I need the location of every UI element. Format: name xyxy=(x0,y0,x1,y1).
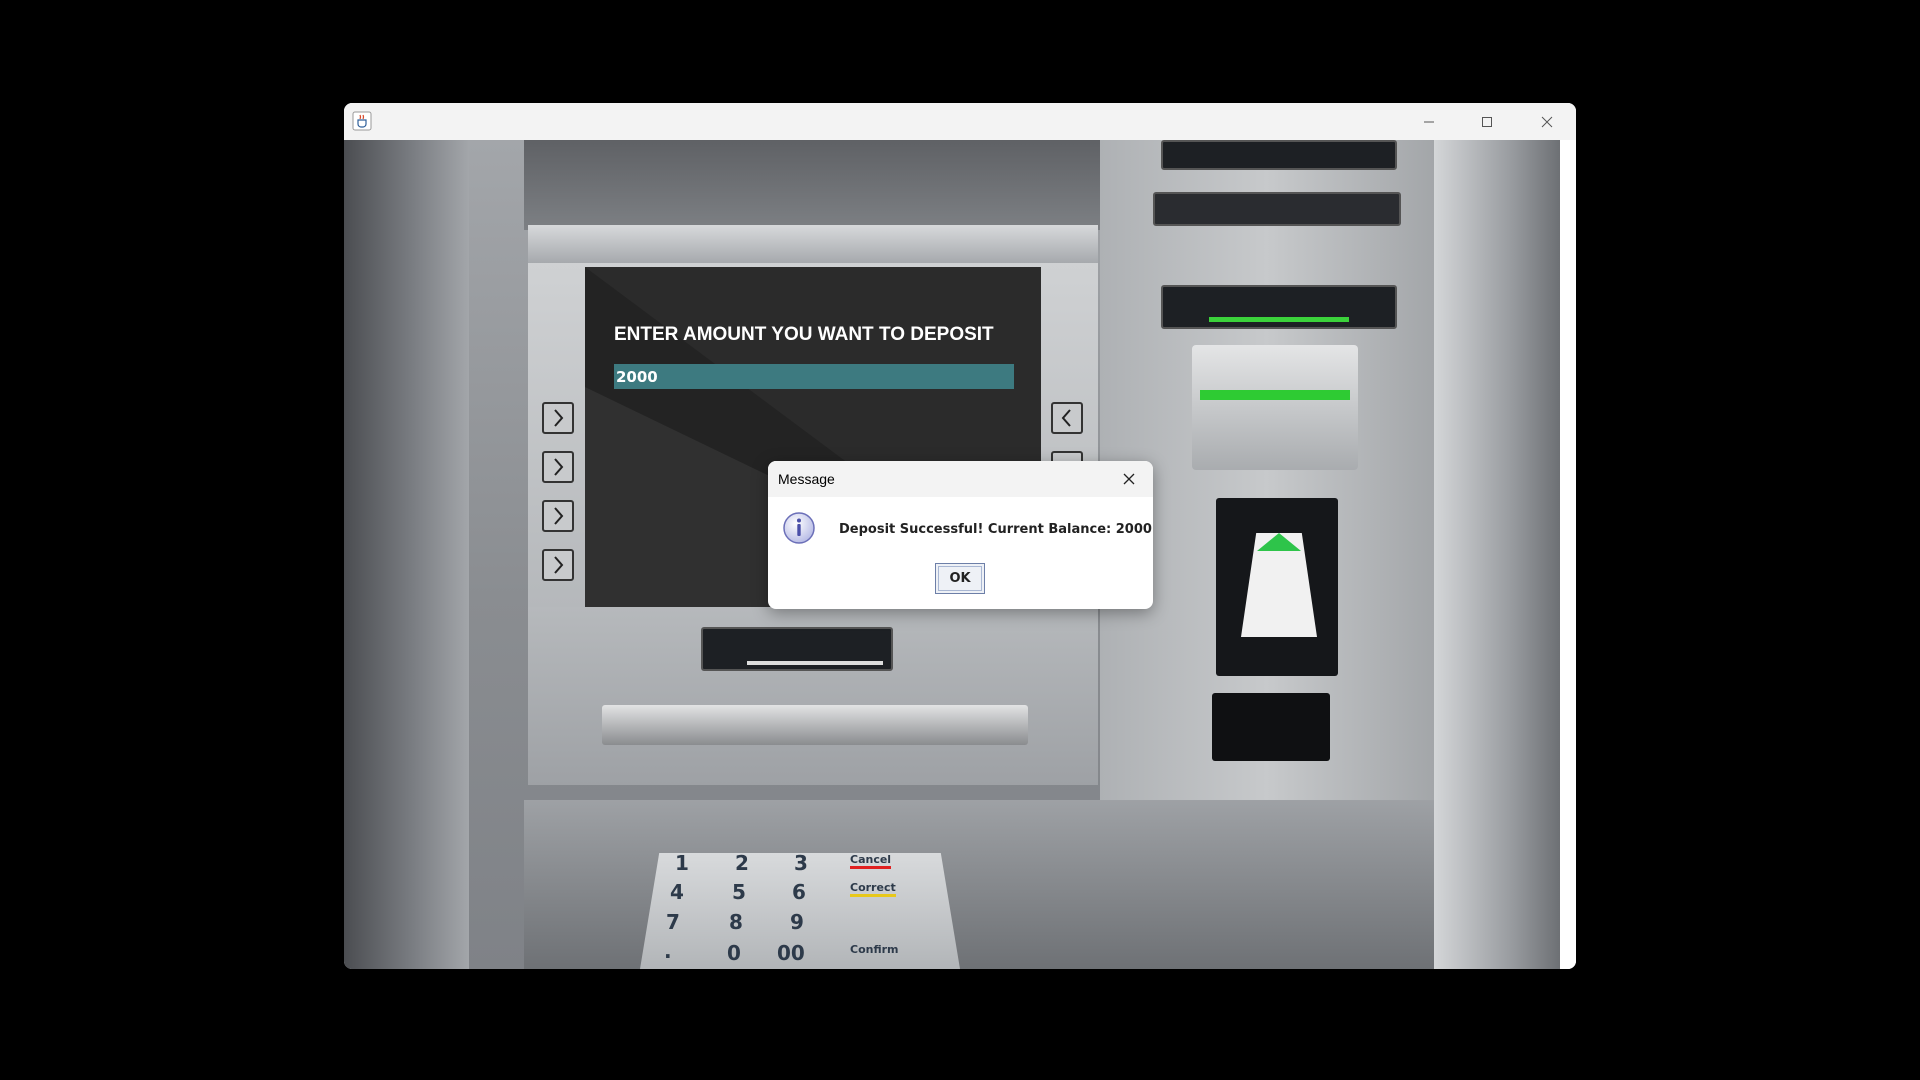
correct-key[interactable]: Correct xyxy=(850,881,896,897)
slot-panel xyxy=(1153,192,1401,226)
window-right-gutter xyxy=(1560,140,1576,969)
atm-app-window: ENTER AMOUNT YOU WANT TO DEPOSIT 1 2 3 4… xyxy=(344,103,1576,969)
minimize-icon xyxy=(1424,121,1434,122)
card-slot-light xyxy=(1200,390,1350,400)
chevron-right-icon xyxy=(554,556,564,574)
cancel-key[interactable]: Cancel xyxy=(850,853,892,869)
maximize-icon xyxy=(1482,116,1492,127)
confirm-key[interactable]: Confirm xyxy=(850,943,899,956)
chevron-right-icon xyxy=(554,507,564,525)
deposit-box xyxy=(1212,693,1330,761)
keypad-key[interactable]: 2 xyxy=(735,853,749,875)
ok-button[interactable]: OK xyxy=(935,563,985,594)
deposit-amount-input[interactable] xyxy=(614,364,1014,389)
keypad-key[interactable]: 0 xyxy=(727,941,741,965)
cash-dispenser-slot xyxy=(602,705,1028,745)
left-side-button-3[interactable] xyxy=(542,500,574,532)
left-side-button-4[interactable] xyxy=(542,549,574,581)
keypad-key[interactable]: 00 xyxy=(777,941,805,965)
keypad-key[interactable]: 5 xyxy=(732,880,746,904)
screen-top-ledge xyxy=(528,225,1098,263)
right-side-button-1[interactable] xyxy=(1051,402,1083,434)
chevron-left-icon xyxy=(1061,409,1071,427)
dialog-title: Message xyxy=(778,471,835,487)
insert-card-indicator xyxy=(1209,317,1349,322)
atm-keypad: 1 2 3 4 5 6 7 8 9 . 0 00 Cancel Correct … xyxy=(640,853,960,969)
card-reader xyxy=(1192,345,1358,470)
keypad-key[interactable]: 1 xyxy=(675,853,689,875)
keypad-key[interactable]: 7 xyxy=(666,910,680,934)
receipt-label-panel xyxy=(1161,140,1397,170)
information-icon xyxy=(783,512,815,544)
dialog-message: Deposit Successful! Current Balance: 200… xyxy=(839,522,1152,537)
window-titlebar xyxy=(344,103,1576,140)
dialog-titlebar: Message xyxy=(768,461,1153,497)
deposit-prompt: ENTER AMOUNT YOU WANT TO DEPOSIT xyxy=(614,324,994,345)
message-dialog: Message Deposit Successful! Current Bala… xyxy=(768,461,1153,609)
close-icon xyxy=(1123,473,1135,485)
minimize-button[interactable] xyxy=(1400,103,1458,140)
keypad-key[interactable]: 6 xyxy=(792,880,806,904)
keypad-key[interactable]: 9 xyxy=(790,910,804,934)
keypad-key[interactable]: 8 xyxy=(729,910,743,934)
close-icon xyxy=(1541,116,1553,127)
kiosk-right-wall xyxy=(1434,140,1560,969)
java-coffee-cup-icon xyxy=(352,111,372,131)
left-side-button-1[interactable] xyxy=(542,402,574,434)
keypad-key[interactable]: 4 xyxy=(670,880,684,904)
chevron-right-icon xyxy=(554,458,564,476)
dialog-close-button[interactable] xyxy=(1113,465,1145,493)
chevron-right-icon xyxy=(554,409,564,427)
left-side-button-2[interactable] xyxy=(542,451,574,483)
cash-indicator xyxy=(747,661,883,665)
kiosk-left-wall xyxy=(344,140,469,969)
insert-card-panel xyxy=(1161,285,1397,329)
cash-label-panel xyxy=(701,627,893,671)
keypad-key[interactable]: . xyxy=(664,939,672,963)
maximize-button[interactable] xyxy=(1458,103,1516,140)
close-window-button[interactable] xyxy=(1518,103,1576,140)
keypad-key[interactable]: 3 xyxy=(794,853,808,875)
